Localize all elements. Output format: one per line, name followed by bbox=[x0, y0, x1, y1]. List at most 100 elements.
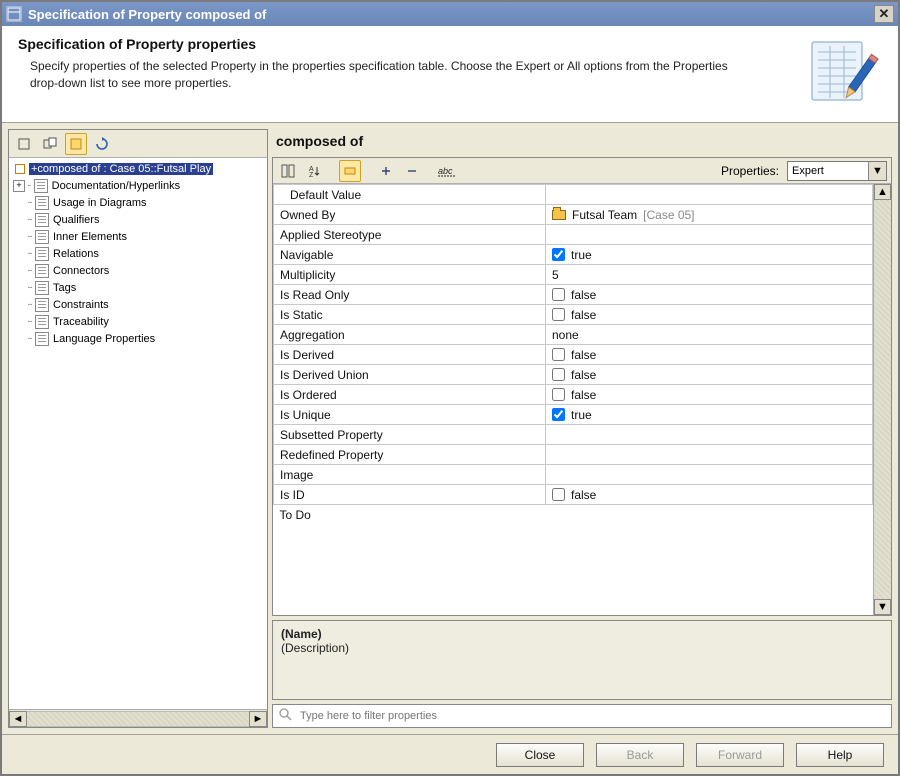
scroll-track[interactable] bbox=[27, 711, 249, 727]
nav-tree[interactable]: +composed of : Case 05::Futsal Play + ··… bbox=[9, 158, 267, 709]
property-check-label: true bbox=[571, 248, 592, 262]
tree-item[interactable]: ··· Connectors bbox=[9, 262, 267, 279]
property-value[interactable]: false bbox=[546, 365, 873, 385]
property-row[interactable]: Aggregationnone bbox=[274, 325, 873, 345]
property-row[interactable]: Subsetted Property bbox=[274, 425, 873, 445]
property-row[interactable]: Default Value bbox=[274, 185, 873, 205]
chevron-down-icon[interactable]: ▼ bbox=[868, 162, 886, 180]
property-row[interactable]: Is IDfalse bbox=[274, 485, 873, 505]
property-key: Aggregation bbox=[274, 325, 546, 345]
tree-item-label: Connectors bbox=[53, 265, 109, 277]
property-check-label: false bbox=[571, 368, 596, 382]
tree-connector: ··· bbox=[27, 197, 31, 208]
property-checkbox[interactable] bbox=[552, 308, 565, 321]
scroll-down-icon[interactable]: ▼ bbox=[874, 599, 891, 615]
property-value[interactable] bbox=[546, 465, 873, 485]
scroll-track[interactable] bbox=[874, 200, 891, 599]
property-checkbox[interactable] bbox=[552, 488, 565, 501]
property-row[interactable]: Is Derivedfalse bbox=[274, 345, 873, 365]
abc-icon[interactable]: abc bbox=[437, 160, 459, 182]
property-check-label: true bbox=[571, 408, 592, 422]
property-row[interactable]: Navigabletrue bbox=[274, 245, 873, 265]
close-button[interactable]: Close bbox=[496, 743, 584, 767]
property-key: Applied Stereotype bbox=[274, 225, 546, 245]
scroll-left-icon[interactable]: ◄ bbox=[9, 711, 27, 727]
property-value[interactable]: true bbox=[546, 245, 873, 265]
property-check-label: false bbox=[571, 388, 596, 402]
property-value[interactable]: false bbox=[546, 285, 873, 305]
scroll-right-icon[interactable]: ► bbox=[249, 711, 267, 727]
tree-item[interactable]: ··· Traceability bbox=[9, 313, 267, 330]
property-key: Is Derived Union bbox=[274, 365, 546, 385]
property-row[interactable]: Applied Stereotype bbox=[274, 225, 873, 245]
property-value[interactable]: false bbox=[546, 345, 873, 365]
nav-tool-2[interactable] bbox=[39, 133, 61, 155]
sort-icon[interactable]: AZ bbox=[303, 160, 325, 182]
svg-text:Z: Z bbox=[309, 172, 314, 178]
grid-rows[interactable]: Default ValueOwned ByFutsal Team[Case 05… bbox=[273, 184, 873, 615]
property-key: Is Static bbox=[274, 305, 546, 325]
property-value[interactable]: 5 bbox=[546, 265, 873, 285]
filter-input[interactable] bbox=[298, 709, 885, 723]
header-description: Specify properties of the selected Prope… bbox=[30, 58, 750, 92]
property-value[interactable]: none bbox=[546, 325, 873, 345]
grid-vscroll[interactable]: ▲ ▼ bbox=[873, 184, 891, 615]
expand-icon[interactable]: + bbox=[13, 180, 25, 192]
tree-connector: ··· bbox=[27, 265, 31, 276]
back-button[interactable]: Back bbox=[596, 743, 684, 767]
help-button[interactable]: Help bbox=[796, 743, 884, 767]
property-value[interactable] bbox=[546, 425, 873, 445]
forward-button[interactable]: Forward bbox=[696, 743, 784, 767]
expand-icon[interactable] bbox=[375, 160, 397, 182]
property-value[interactable]: false bbox=[546, 485, 873, 505]
property-row[interactable]: Is Read Onlyfalse bbox=[274, 285, 873, 305]
nav-hscroll[interactable]: ◄ ► bbox=[9, 709, 267, 727]
scroll-up-icon[interactable]: ▲ bbox=[874, 184, 891, 200]
close-icon[interactable]: ✕ bbox=[874, 5, 894, 23]
properties-dropdown-label: Properties: bbox=[721, 164, 779, 178]
categorize-icon[interactable] bbox=[277, 160, 299, 182]
tree-item[interactable]: ··· Constraints bbox=[9, 296, 267, 313]
property-row[interactable]: Is Orderedfalse bbox=[274, 385, 873, 405]
property-checkbox[interactable] bbox=[552, 408, 565, 421]
property-checkbox[interactable] bbox=[552, 348, 565, 361]
tree-root[interactable]: +composed of : Case 05::Futsal Play bbox=[9, 160, 267, 177]
property-value[interactable]: false bbox=[546, 305, 873, 325]
property-checkbox[interactable] bbox=[552, 388, 565, 401]
property-row[interactable]: Is Derived Union false bbox=[274, 365, 873, 385]
page-icon bbox=[35, 264, 49, 278]
tree-item[interactable]: ··· Usage in Diagrams bbox=[9, 194, 267, 211]
property-checkbox[interactable] bbox=[552, 248, 565, 261]
tree-item[interactable]: ··· Qualifiers bbox=[9, 211, 267, 228]
property-row[interactable]: Owned ByFutsal Team[Case 05] bbox=[274, 205, 873, 225]
property-value[interactable] bbox=[546, 185, 873, 205]
tree-item[interactable]: + ·· Documentation/Hyperlinks bbox=[9, 177, 267, 194]
nav-tool-3[interactable] bbox=[65, 133, 87, 155]
property-value[interactable]: false bbox=[546, 385, 873, 405]
toolbar-button[interactable] bbox=[339, 160, 361, 182]
property-row[interactable]: Is Staticfalse bbox=[274, 305, 873, 325]
tree-item[interactable]: ··· Tags bbox=[9, 279, 267, 296]
property-checkbox[interactable] bbox=[552, 368, 565, 381]
property-row[interactable]: Redefined Property bbox=[274, 445, 873, 465]
properties-dropdown-value[interactable] bbox=[788, 165, 868, 177]
property-row[interactable]: Is Uniquetrue bbox=[274, 405, 873, 425]
properties-grid: Default ValueOwned ByFutsal Team[Case 05… bbox=[273, 184, 891, 615]
button-bar: Close Back Forward Help bbox=[2, 734, 898, 774]
filter-bar[interactable] bbox=[272, 704, 892, 728]
nav-tool-1[interactable] bbox=[13, 133, 35, 155]
property-value[interactable]: true bbox=[546, 405, 873, 425]
properties-dropdown[interactable]: ▼ bbox=[787, 161, 887, 181]
tree-item[interactable]: ··· Relations bbox=[9, 245, 267, 262]
refresh-icon[interactable] bbox=[91, 133, 113, 155]
property-checkbox[interactable] bbox=[552, 288, 565, 301]
property-row[interactable]: Multiplicity5 bbox=[274, 265, 873, 285]
property-value[interactable]: Futsal Team[Case 05] bbox=[546, 205, 873, 225]
tree-item[interactable]: ··· Inner Elements bbox=[9, 228, 267, 245]
page-icon bbox=[35, 230, 49, 244]
property-row[interactable]: Image bbox=[274, 465, 873, 485]
tree-item[interactable]: ··· Language Properties bbox=[9, 330, 267, 347]
property-value[interactable] bbox=[546, 445, 873, 465]
property-value[interactable] bbox=[546, 225, 873, 245]
collapse-icon[interactable] bbox=[401, 160, 423, 182]
